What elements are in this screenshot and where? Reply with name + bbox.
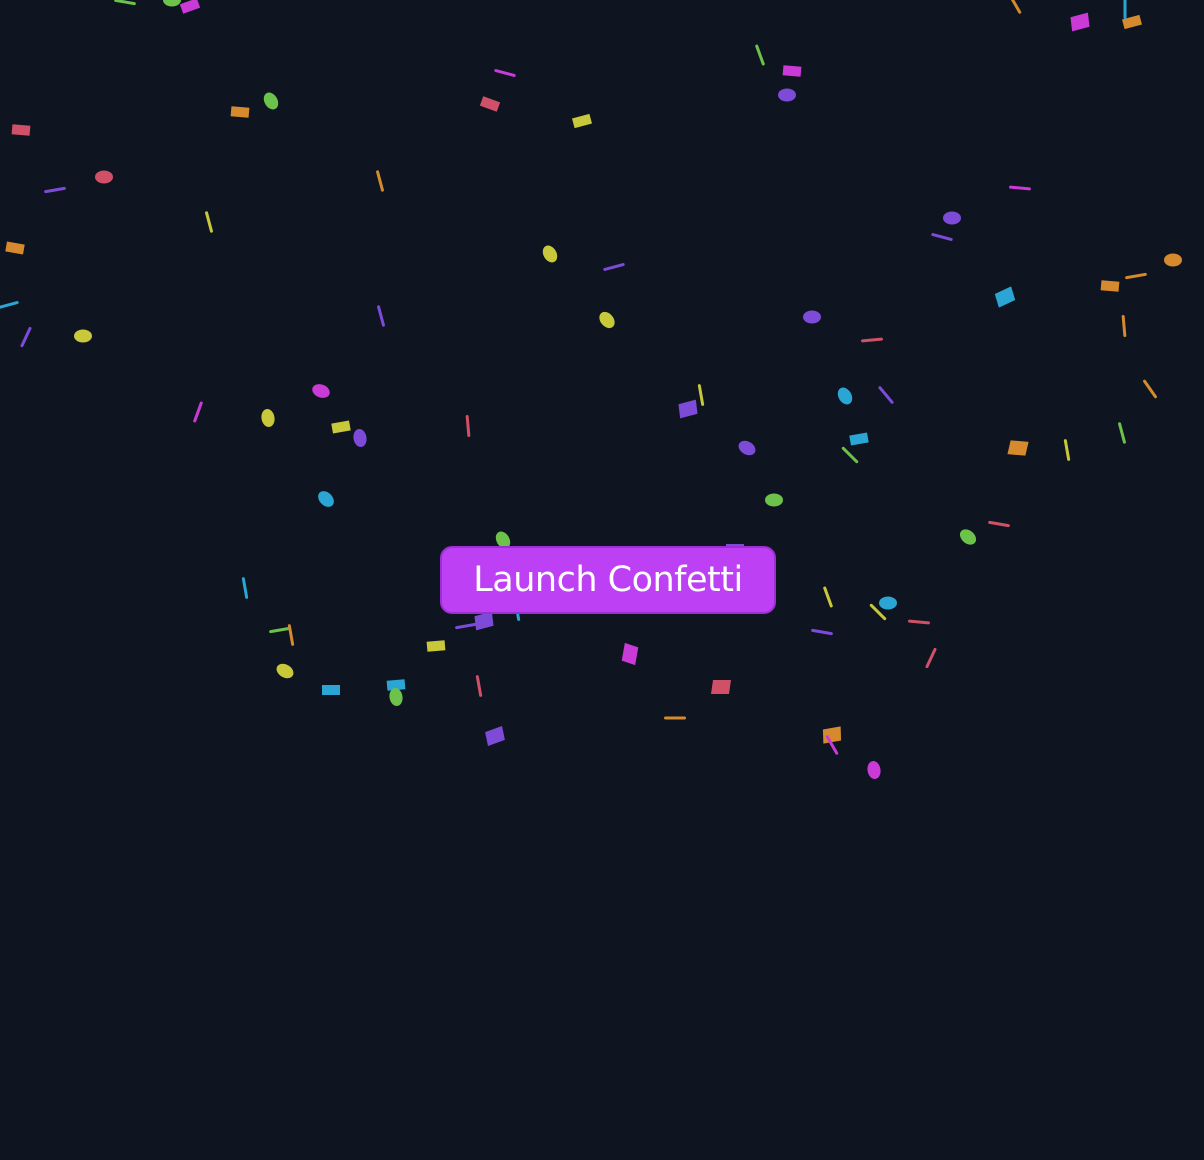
confetti-piece: [1121, 315, 1127, 337]
confetti-piece: [837, 387, 853, 405]
confetti-piece: [988, 520, 1010, 528]
confetti-piece: [74, 329, 92, 343]
confetti-piece: [353, 429, 367, 447]
confetti-piece: [1125, 272, 1147, 280]
confetti-piece: [193, 401, 203, 423]
confetti-piece: [823, 586, 833, 608]
confetti-piece: [163, 0, 181, 7]
confetti-piece: [179, 0, 201, 14]
confetti-piece: [1118, 422, 1126, 444]
confetti-piece: [11, 124, 31, 136]
confetti-piece: [377, 305, 385, 327]
confetti-piece: [1063, 439, 1071, 461]
confetti-piece: [994, 286, 1016, 308]
confetti-piece: [822, 726, 842, 744]
confetti-piece: [263, 92, 279, 110]
confetti-piece: [849, 432, 869, 446]
confetti-piece: [331, 420, 351, 434]
confetti-piece: [959, 529, 977, 545]
confetti-piece: [803, 310, 821, 324]
confetti-piece: [230, 106, 250, 118]
confetti-piece: [572, 113, 592, 129]
confetti-piece: [475, 675, 483, 697]
confetti-piece: [879, 596, 897, 610]
confetti-piece: [5, 241, 25, 255]
confetti-piece: [765, 493, 783, 507]
confetti-piece: [241, 577, 249, 599]
confetti-piece: [485, 726, 505, 746]
confetti-piece: [1007, 440, 1029, 456]
confetti-piece: [312, 384, 330, 398]
confetti-piece: [603, 263, 625, 271]
confetti-piece: [322, 685, 340, 695]
confetti-piece: [841, 446, 859, 464]
confetti-piece: [738, 440, 756, 456]
confetti-piece: [276, 663, 294, 679]
confetti-piece: [0, 301, 19, 309]
confetti-piece: [95, 170, 113, 184]
confetti-piece: [869, 603, 887, 621]
confetti-piece: [455, 622, 477, 630]
confetti-piece: [474, 611, 494, 631]
confetti-piece: [943, 211, 961, 225]
confetti-piece: [261, 409, 275, 427]
confetti-piece: [479, 96, 501, 112]
confetti-piece: [1008, 0, 1022, 14]
confetti-piece: [678, 399, 698, 419]
confetti-piece: [287, 624, 295, 646]
confetti-piece: [811, 628, 833, 636]
confetti-piece: [376, 170, 384, 192]
confetti-piece: [269, 626, 291, 634]
launch-confetti-button[interactable]: Launch Confetti: [440, 546, 776, 614]
confetti-piece: [782, 65, 802, 77]
confetti-piece: [755, 44, 765, 66]
confetti-piece: [599, 311, 615, 329]
confetti-piece: [20, 326, 32, 348]
confetti-piece: [867, 761, 881, 779]
confetti-piece: [825, 735, 839, 755]
confetti-piece: [1070, 12, 1090, 32]
confetti-stage: Launch Confetti: [0, 0, 1204, 1160]
confetti-piece: [465, 415, 471, 437]
confetti-piece: [861, 337, 883, 343]
confetti-piece: [389, 688, 403, 706]
confetti-piece: [621, 642, 639, 666]
confetti-piece: [664, 716, 686, 720]
confetti-piece: [711, 680, 731, 694]
confetti-piece: [205, 211, 213, 233]
confetti-piece: [1100, 280, 1120, 292]
confetti-piece: [44, 186, 66, 194]
confetti-piece: [778, 88, 796, 102]
confetti-piece: [878, 386, 894, 404]
confetti-piece: [908, 619, 930, 625]
confetti-piece: [697, 384, 705, 406]
confetti-piece: [1143, 379, 1157, 399]
confetti-piece: [426, 640, 446, 652]
confetti-piece: [542, 245, 558, 263]
confetti-piece: [1164, 253, 1182, 267]
confetti-piece: [1009, 185, 1031, 191]
confetti-piece: [1123, 0, 1127, 19]
confetti-piece: [925, 647, 937, 669]
confetti-piece: [494, 69, 516, 77]
confetti-piece: [1122, 14, 1142, 30]
confetti-piece: [386, 679, 406, 691]
confetti-piece: [318, 491, 334, 507]
confetti-piece: [114, 0, 136, 6]
confetti-piece: [931, 233, 953, 241]
